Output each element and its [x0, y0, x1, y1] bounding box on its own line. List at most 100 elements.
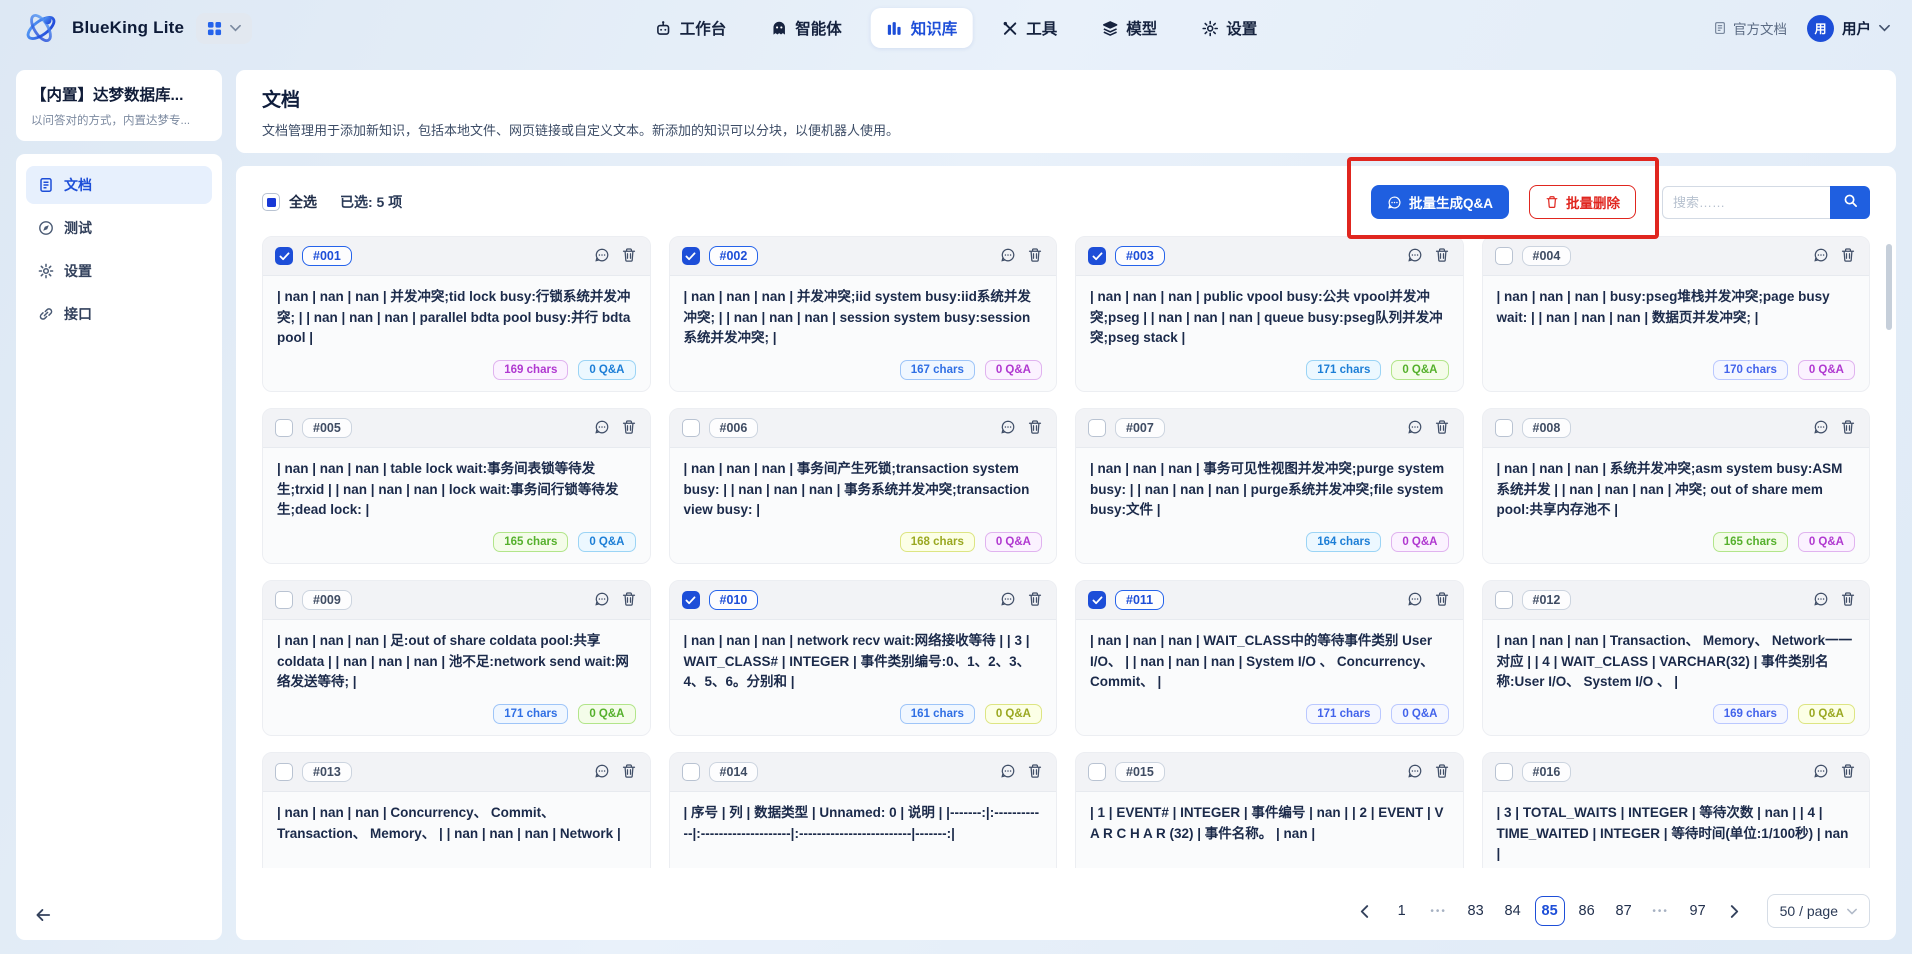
card-text: | nan | nan | nan | 系统并发冲突;asm system bu… — [1483, 448, 1870, 524]
card-id-badge: #013 — [302, 762, 352, 782]
document-card: #004 | nan | nan | nan | busy:pseg堆栈并发冲突… — [1482, 236, 1871, 392]
sidebar-item-label: 文档 — [64, 175, 92, 195]
card-checkbox[interactable] — [275, 763, 293, 781]
comment-icon[interactable] — [999, 419, 1017, 437]
trash-icon[interactable] — [620, 419, 638, 437]
card-text: | 3 | TOTAL_WAITS | INTEGER | 等待次数 | nan… — [1483, 792, 1870, 868]
page-number-85[interactable]: 85 — [1535, 896, 1565, 926]
trash-icon[interactable] — [1433, 419, 1451, 437]
page-number-84[interactable]: 84 — [1498, 896, 1528, 926]
card-checkbox[interactable] — [1495, 591, 1513, 609]
card-text: | nan | nan | nan | table lock wait:事务间表… — [263, 448, 650, 524]
card-qa-badge: 0 Q&A — [985, 532, 1042, 552]
sidebar-item-api[interactable]: 接口 — [26, 295, 212, 333]
batch-generate-qa-button[interactable]: 批量生成Q&A — [1371, 185, 1509, 219]
comment-icon[interactable] — [593, 763, 611, 781]
trash-icon[interactable] — [620, 591, 638, 609]
pagination-prev[interactable] — [1350, 896, 1380, 926]
card-header: #012 — [1483, 581, 1870, 620]
comment-icon[interactable] — [1406, 247, 1424, 265]
page-size-select[interactable]: 50 / page — [1767, 894, 1870, 928]
page-number-83[interactable]: 83 — [1461, 896, 1491, 926]
card-id-badge: #014 — [709, 762, 759, 782]
trash-icon[interactable] — [1839, 247, 1857, 265]
document-card: #006 | nan | nan | nan | 事务间产生死锁;transac… — [669, 408, 1058, 564]
collapse-sidebar-button[interactable] — [32, 905, 54, 927]
card-checkbox[interactable] — [1088, 419, 1106, 437]
card-checkbox[interactable] — [682, 419, 700, 437]
nav-item-knowledge-base[interactable]: 知识库 — [871, 8, 973, 48]
trash-icon[interactable] — [1026, 591, 1044, 609]
sidebar-item-settings[interactable]: 设置 — [26, 252, 212, 290]
comment-icon[interactable] — [593, 591, 611, 609]
nav-item-settings[interactable]: 设置 — [1186, 8, 1272, 48]
card-chars-badge: 171 chars — [493, 704, 568, 724]
pagination-next[interactable] — [1720, 896, 1750, 926]
comment-icon[interactable] — [999, 763, 1017, 781]
nav-item-models[interactable]: 模型 — [1086, 8, 1172, 48]
sidebar-item-documents[interactable]: 文档 — [26, 166, 212, 204]
trash-icon[interactable] — [1433, 763, 1451, 781]
trash-icon[interactable] — [1026, 763, 1044, 781]
card-chars-badge: 161 chars — [900, 704, 975, 724]
model-icon — [1101, 20, 1118, 37]
card-checkbox[interactable] — [1088, 763, 1106, 781]
page-number-1[interactable]: 1 — [1387, 896, 1417, 926]
card-checkbox[interactable] — [682, 763, 700, 781]
select-all-checkbox[interactable] — [262, 193, 280, 211]
trash-icon[interactable] — [1433, 591, 1451, 609]
comment-icon[interactable] — [1406, 763, 1424, 781]
app-switcher-button[interactable] — [196, 13, 252, 44]
page-number-97[interactable]: 97 — [1683, 896, 1713, 926]
official-docs-link[interactable]: 官方文档 — [1713, 18, 1787, 38]
comment-icon[interactable] — [1812, 763, 1830, 781]
comment-icon[interactable] — [1812, 591, 1830, 609]
trash-icon[interactable] — [620, 247, 638, 265]
trash-icon[interactable] — [1026, 419, 1044, 437]
card-header: #008 — [1483, 409, 1870, 448]
comment-icon[interactable] — [1812, 419, 1830, 437]
scrollbar-thumb[interactable] — [1886, 244, 1892, 330]
card-checkbox[interactable] — [275, 419, 293, 437]
comment-icon[interactable] — [593, 419, 611, 437]
card-checkbox[interactable] — [1495, 763, 1513, 781]
trash-icon[interactable] — [1839, 591, 1857, 609]
search-input[interactable] — [1662, 186, 1830, 219]
card-checkbox[interactable] — [275, 591, 293, 609]
card-checkbox[interactable] — [1495, 419, 1513, 437]
comment-icon[interactable] — [999, 591, 1017, 609]
comment-icon[interactable] — [999, 247, 1017, 265]
nav-item-tools[interactable]: 工具 — [986, 8, 1072, 48]
comment-icon[interactable] — [593, 247, 611, 265]
card-badges: 167 chars 0 Q&A — [670, 352, 1057, 391]
trash-icon[interactable] — [1433, 247, 1451, 265]
nav-item-label: 模型 — [1126, 17, 1157, 39]
card-checkbox[interactable] — [1088, 591, 1106, 609]
card-checkbox[interactable] — [1088, 247, 1106, 265]
card-checkbox[interactable] — [1495, 247, 1513, 265]
search-button[interactable] — [1830, 186, 1870, 219]
page-description: 文档管理用于添加新知识，包括本地文件、网页链接或自定义文本。新添加的知识可以分块… — [262, 120, 1870, 139]
comment-icon[interactable] — [1812, 247, 1830, 265]
cards-viewport: #001 | nan | nan | nan | 并发冲突;tid lock b… — [262, 236, 1870, 868]
card-qa-badge: 0 Q&A — [1391, 360, 1448, 380]
card-header: #010 — [670, 581, 1057, 620]
trash-icon[interactable] — [1026, 247, 1044, 265]
nav-item-workbench[interactable]: 工作台 — [640, 8, 742, 48]
trash-icon[interactable] — [1839, 763, 1857, 781]
user-menu[interactable]: 用 用户 — [1807, 15, 1890, 42]
knowledge-base-title: 【内置】达梦数据库... — [31, 83, 207, 105]
sidebar-item-test[interactable]: 测试 — [26, 209, 212, 247]
card-checkbox[interactable] — [682, 591, 700, 609]
batch-delete-button[interactable]: 批量删除 — [1529, 185, 1636, 219]
topbar: BlueKing Lite 工作台 智能体 知识库 工具 模型 设置 — [0, 0, 1912, 56]
page-number-87[interactable]: 87 — [1609, 896, 1639, 926]
card-checkbox[interactable] — [275, 247, 293, 265]
comment-icon[interactable] — [1406, 419, 1424, 437]
card-checkbox[interactable] — [682, 247, 700, 265]
trash-icon[interactable] — [620, 763, 638, 781]
comment-icon[interactable] — [1406, 591, 1424, 609]
page-number-86[interactable]: 86 — [1572, 896, 1602, 926]
nav-item-agents[interactable]: 智能体 — [755, 8, 857, 48]
trash-icon[interactable] — [1839, 419, 1857, 437]
